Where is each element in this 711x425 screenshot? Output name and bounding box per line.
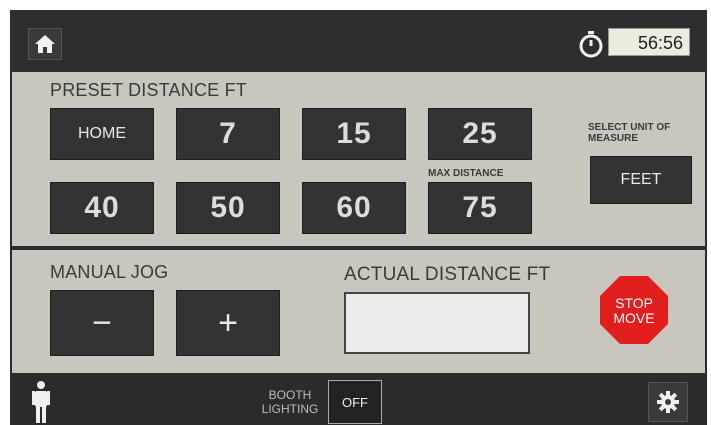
stop-label-line1: STOP	[615, 295, 653, 311]
preset-40-button[interactable]: 40	[50, 182, 154, 234]
timer-display: 56:56	[608, 28, 690, 56]
unit-label: SELECT UNIT OF MEASURE	[588, 122, 671, 144]
jog-plus-button[interactable]: +	[176, 290, 280, 356]
home-button[interactable]	[28, 28, 62, 60]
person-icon	[32, 381, 50, 423]
booth-label-line2: LIGHTING	[261, 402, 319, 416]
preset-title: PRESET DISTANCE FT	[50, 80, 247, 100]
actual-distance-readout	[344, 292, 530, 354]
preset-60-button[interactable]: 60	[302, 182, 406, 234]
gear-icon	[657, 391, 679, 413]
jog-title: MANUAL JOG	[50, 262, 169, 282]
top-bar: 56:56	[10, 10, 707, 72]
preset-25-button[interactable]: 25	[428, 108, 532, 160]
preset-75-button[interactable]: 75	[428, 182, 532, 234]
booth-label-line1: BOOTH	[268, 388, 312, 402]
max-distance-label: MAX DISTANCE	[428, 168, 504, 179]
home-icon	[35, 35, 55, 53]
preset-7-button[interactable]: 7	[176, 108, 280, 160]
stop-label-line2: MOVE	[613, 310, 655, 326]
settings-button[interactable]	[648, 382, 688, 422]
unit-feet-button[interactable]: FEET	[590, 156, 692, 204]
preset-15-button[interactable]: 15	[302, 108, 406, 160]
booth-lighting-toggle[interactable]: OFF	[328, 380, 382, 424]
preset-home-button[interactable]: HOME	[50, 108, 154, 160]
jog-minus-button[interactable]: −	[50, 290, 154, 356]
preset-50-button[interactable]: 50	[176, 182, 280, 234]
stop-move-button[interactable]: STOP MOVE	[600, 276, 668, 344]
actual-distance-title: ACTUAL DISTANCE FT	[344, 264, 551, 285]
booth-lighting-label: BOOTH LIGHTING	[258, 388, 322, 416]
control-screen: 56:56 PRESET DISTANCE FT HOME 7 15 25 40…	[10, 10, 707, 425]
stopwatch-icon	[579, 31, 603, 58]
